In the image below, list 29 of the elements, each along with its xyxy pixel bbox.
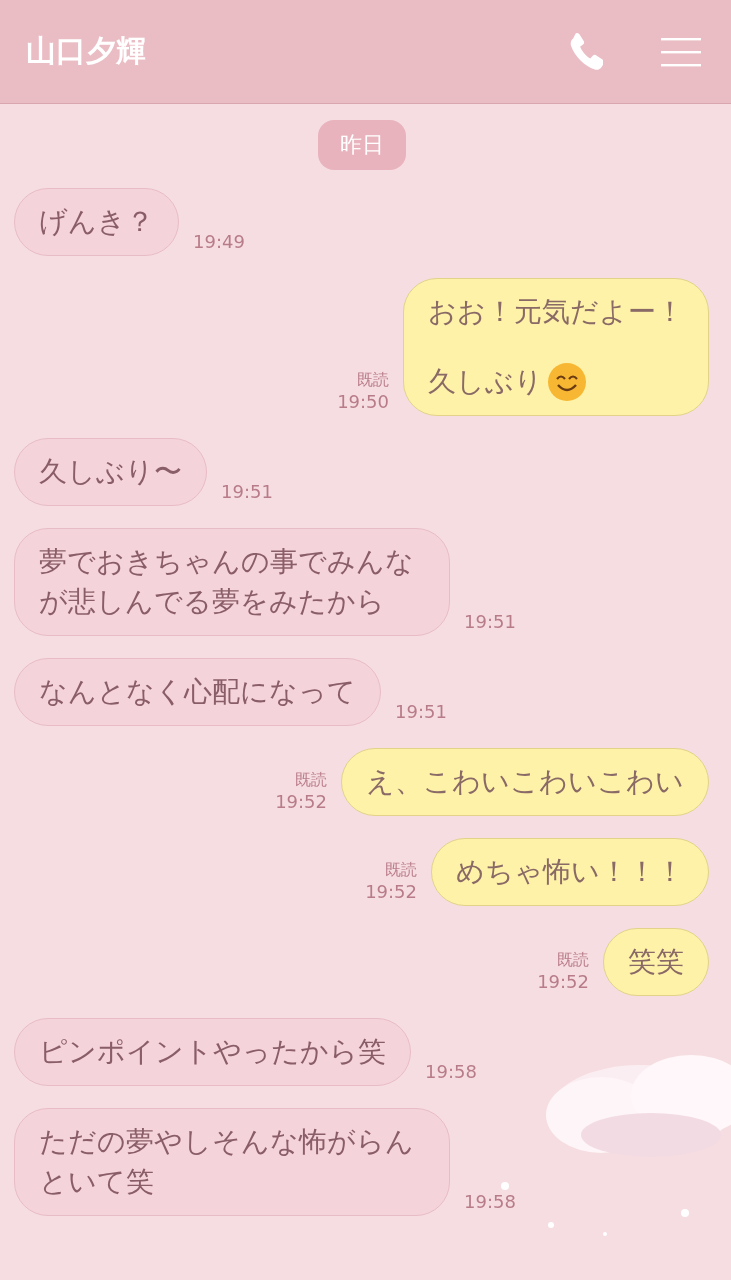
message-text: げんき？ — [39, 204, 154, 240]
message-text: え、こわいこわいこわい — [366, 764, 684, 800]
menu-icon[interactable] — [661, 36, 701, 67]
message-text: 久しぶり — [428, 364, 543, 400]
phone-icon[interactable] — [569, 32, 603, 71]
message-time: 19:58 — [464, 1191, 516, 1212]
message-time: 19:58 — [425, 1061, 477, 1082]
message-text: 久しぶり〜 — [39, 454, 182, 490]
message-text: ピンポイントやったから笑 — [39, 1034, 386, 1070]
message-text: 笑笑 — [628, 944, 684, 980]
message-time: 19:52 — [365, 881, 417, 902]
date-label: 昨日 — [317, 120, 406, 170]
read-receipt: 既読 — [385, 860, 417, 881]
chat-title: 山口夕輝 — [26, 32, 146, 70]
message-text: めちゃ怖い！！！ — [456, 854, 684, 890]
message-time: 19:52 — [275, 791, 327, 812]
message-time: 19:52 — [537, 971, 589, 992]
read-receipt: 既読 — [557, 950, 589, 971]
message-text: おお！元気だよー！ — [428, 294, 684, 330]
message-time: 19:51 — [221, 481, 273, 502]
message-time: 19:49 — [193, 231, 245, 252]
message-time: 19:51 — [464, 611, 516, 632]
message-text: 夢でおきちゃんの事でみんなが悲しんでる夢をみたから — [39, 544, 415, 620]
read-receipt: 既読 — [357, 370, 389, 391]
read-receipt: 既読 — [295, 770, 327, 791]
message-text: ただの夢やしそんな怖がらんといて笑 — [39, 1124, 415, 1200]
message-text: なんとなく心配になって — [39, 674, 356, 710]
message-time: 19:50 — [337, 391, 389, 412]
message-time: 19:51 — [395, 701, 447, 722]
